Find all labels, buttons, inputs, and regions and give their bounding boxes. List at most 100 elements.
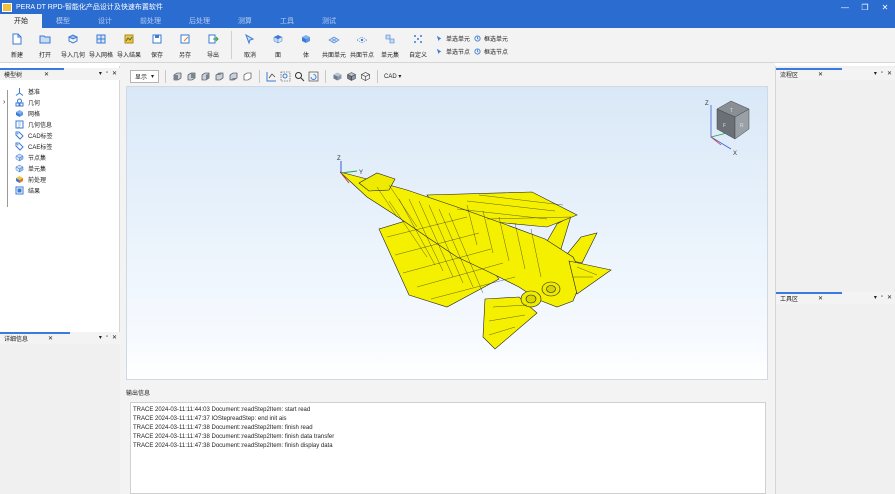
fit-view-icon[interactable] <box>266 71 277 82</box>
3d-viewport[interactable]: Z Y T F R Z X <box>126 86 768 380</box>
open-label: 打开 <box>38 53 51 59</box>
close-icon[interactable]: ✕ <box>112 70 117 77</box>
close-icon[interactable]: ✕ <box>818 295 823 302</box>
tree-item-datum[interactable]: 基准 <box>0 86 119 97</box>
custom-button[interactable]: 自定义 <box>404 28 432 62</box>
import-result-button[interactable]: 导入结果 <box>115 28 143 62</box>
view-left-icon[interactable] <box>200 71 211 82</box>
float-icon[interactable]: ▫ <box>106 70 108 77</box>
aircraft-model <box>339 171 612 350</box>
import-geometry-button[interactable]: 导入几何 <box>59 28 87 62</box>
coplanar-element-icon <box>328 36 340 44</box>
tree-item-geometry-info[interactable]: 几何信息 <box>0 119 119 130</box>
close-button[interactable]: ✕ <box>875 0 895 14</box>
zoom-icon[interactable] <box>294 71 305 82</box>
tree-item-cae-tag[interactable]: CAE标签 <box>0 141 119 152</box>
single-node-select[interactable]: 单选节点 <box>436 47 470 56</box>
cube-axis-x: X <box>733 151 737 157</box>
minimize-button[interactable]: — <box>835 0 855 14</box>
coplanar-node-button[interactable]: 共面节点 <box>348 28 376 62</box>
dropdown-icon[interactable]: ▾ <box>874 294 877 301</box>
shaded-edges-icon[interactable] <box>346 71 357 82</box>
view-top-icon[interactable] <box>228 71 239 82</box>
float-icon[interactable]: ▫ <box>106 334 108 341</box>
dropdown-icon[interactable]: ▾ <box>99 70 102 77</box>
tree-item-mesh[interactable]: 网格 <box>0 108 119 119</box>
detail-body <box>0 344 120 494</box>
tab-postprocess[interactable]: 后处理 <box>175 14 224 28</box>
view-cube[interactable]: T F R Z X <box>705 100 750 157</box>
tab-preprocess[interactable]: 前处理 <box>126 14 175 28</box>
display-select[interactable]: 显示 ▾ <box>130 69 160 83</box>
tree-label: 网格 <box>28 112 41 118</box>
float-icon[interactable]: ▫ <box>881 70 883 77</box>
dropdown-icon[interactable]: ▾ <box>99 334 102 341</box>
cancel-button[interactable]: 取消 <box>236 28 264 62</box>
new-button[interactable]: 新建 <box>3 28 31 62</box>
shaded-mode-icon[interactable] <box>332 71 343 82</box>
face-label: 面 <box>274 53 281 59</box>
new-file-icon <box>12 33 22 45</box>
coplanar-node-label: 共面节点 <box>349 53 374 59</box>
title-bar: PERA DT RPD-智能化产品设计及快速布置软件 — ❐ ✕ <box>0 0 895 14</box>
preprocess-icon <box>16 176 23 183</box>
tag-icon <box>15 131 24 140</box>
tree-item-result[interactable]: 结果 <box>0 185 119 196</box>
save-as-icon <box>180 34 190 44</box>
viewport-toolbar: 显示 ▾ CAD ▾ <box>126 66 768 86</box>
tree-item-preprocess[interactable]: 前处理 <box>0 174 119 185</box>
wireframe-icon[interactable] <box>360 71 371 82</box>
detail-header: 详细信息 ✕ ▾ ▫ ✕ <box>0 332 120 344</box>
close-icon[interactable]: ✕ <box>44 71 49 78</box>
box-node-select[interactable]: 框选节点 <box>474 47 508 56</box>
element-set-button[interactable]: 单元集 <box>376 28 404 62</box>
output-log[interactable]: TRACE 2024-03-11:11:44:03 Document::read… <box>130 402 766 494</box>
ribbon-tabs: 开始 模型 设计 前处理 后处理 测算 工具 测试 <box>0 14 895 28</box>
dropdown-icon[interactable]: ▾ <box>874 70 877 77</box>
coplanar-element-button[interactable]: 共面单元 <box>320 28 348 62</box>
expand-icon[interactable]: › <box>3 99 5 106</box>
tree-item-element-set[interactable]: 单元集 <box>0 163 119 174</box>
view-front-icon[interactable] <box>172 71 183 82</box>
body-button[interactable]: 体 <box>292 28 320 62</box>
zoom-box-icon[interactable] <box>280 71 291 82</box>
element-set-icon <box>15 164 24 173</box>
cube-top-label: T <box>730 108 733 114</box>
tab-model[interactable]: 模型 <box>42 14 84 28</box>
tab-design[interactable]: 设计 <box>84 14 126 28</box>
close-icon[interactable]: ✕ <box>112 334 117 341</box>
rotate-icon[interactable] <box>308 71 319 82</box>
close-icon[interactable]: ✕ <box>887 294 892 301</box>
tab-test[interactable]: 测试 <box>308 14 350 28</box>
tree-item-cad-tag[interactable]: CAD标签 <box>0 130 119 141</box>
face-button[interactable]: 面 <box>264 28 292 62</box>
new-label: 新建 <box>10 53 23 59</box>
close-icon[interactable]: ✕ <box>887 70 892 77</box>
display-select-value: 显示 <box>135 74 148 81</box>
open-button[interactable]: 打开 <box>31 28 59 62</box>
box-element-select[interactable]: 框选单元 <box>474 34 508 43</box>
view-right-icon[interactable] <box>214 71 225 82</box>
float-icon[interactable]: ▫ <box>881 294 883 301</box>
tab-tools[interactable]: 工具 <box>266 14 308 28</box>
close-icon[interactable]: ✕ <box>818 71 823 78</box>
export-button[interactable]: 导出 <box>199 28 227 62</box>
tree-label: 基准 <box>28 90 41 96</box>
view-back-icon[interactable] <box>186 71 197 82</box>
import-mesh-button[interactable]: 导入网格 <box>87 28 115 62</box>
custom-icon <box>414 35 422 43</box>
mode-select[interactable]: CAD ▾ <box>384 73 401 80</box>
tree-item-geometry[interactable]: › 几何 <box>0 97 119 108</box>
tab-measure[interactable]: 测算 <box>224 14 266 28</box>
tab-start[interactable]: 开始 <box>0 14 42 28</box>
save-button[interactable]: 保存 <box>143 28 171 62</box>
model-canvas[interactable]: Z Y T F R Z X <box>127 87 767 379</box>
view-bottom-icon[interactable] <box>242 71 253 82</box>
element-set-icon <box>385 34 395 44</box>
save-as-button[interactable]: 另存 <box>171 28 199 62</box>
select-group-2: 框选单元 框选节点 <box>474 28 508 62</box>
tree-item-node-set[interactable]: 节点集 <box>0 152 119 163</box>
single-element-select[interactable]: 单选单元 <box>436 34 470 43</box>
close-icon[interactable]: ✕ <box>48 335 53 342</box>
restore-button[interactable]: ❐ <box>855 0 875 14</box>
